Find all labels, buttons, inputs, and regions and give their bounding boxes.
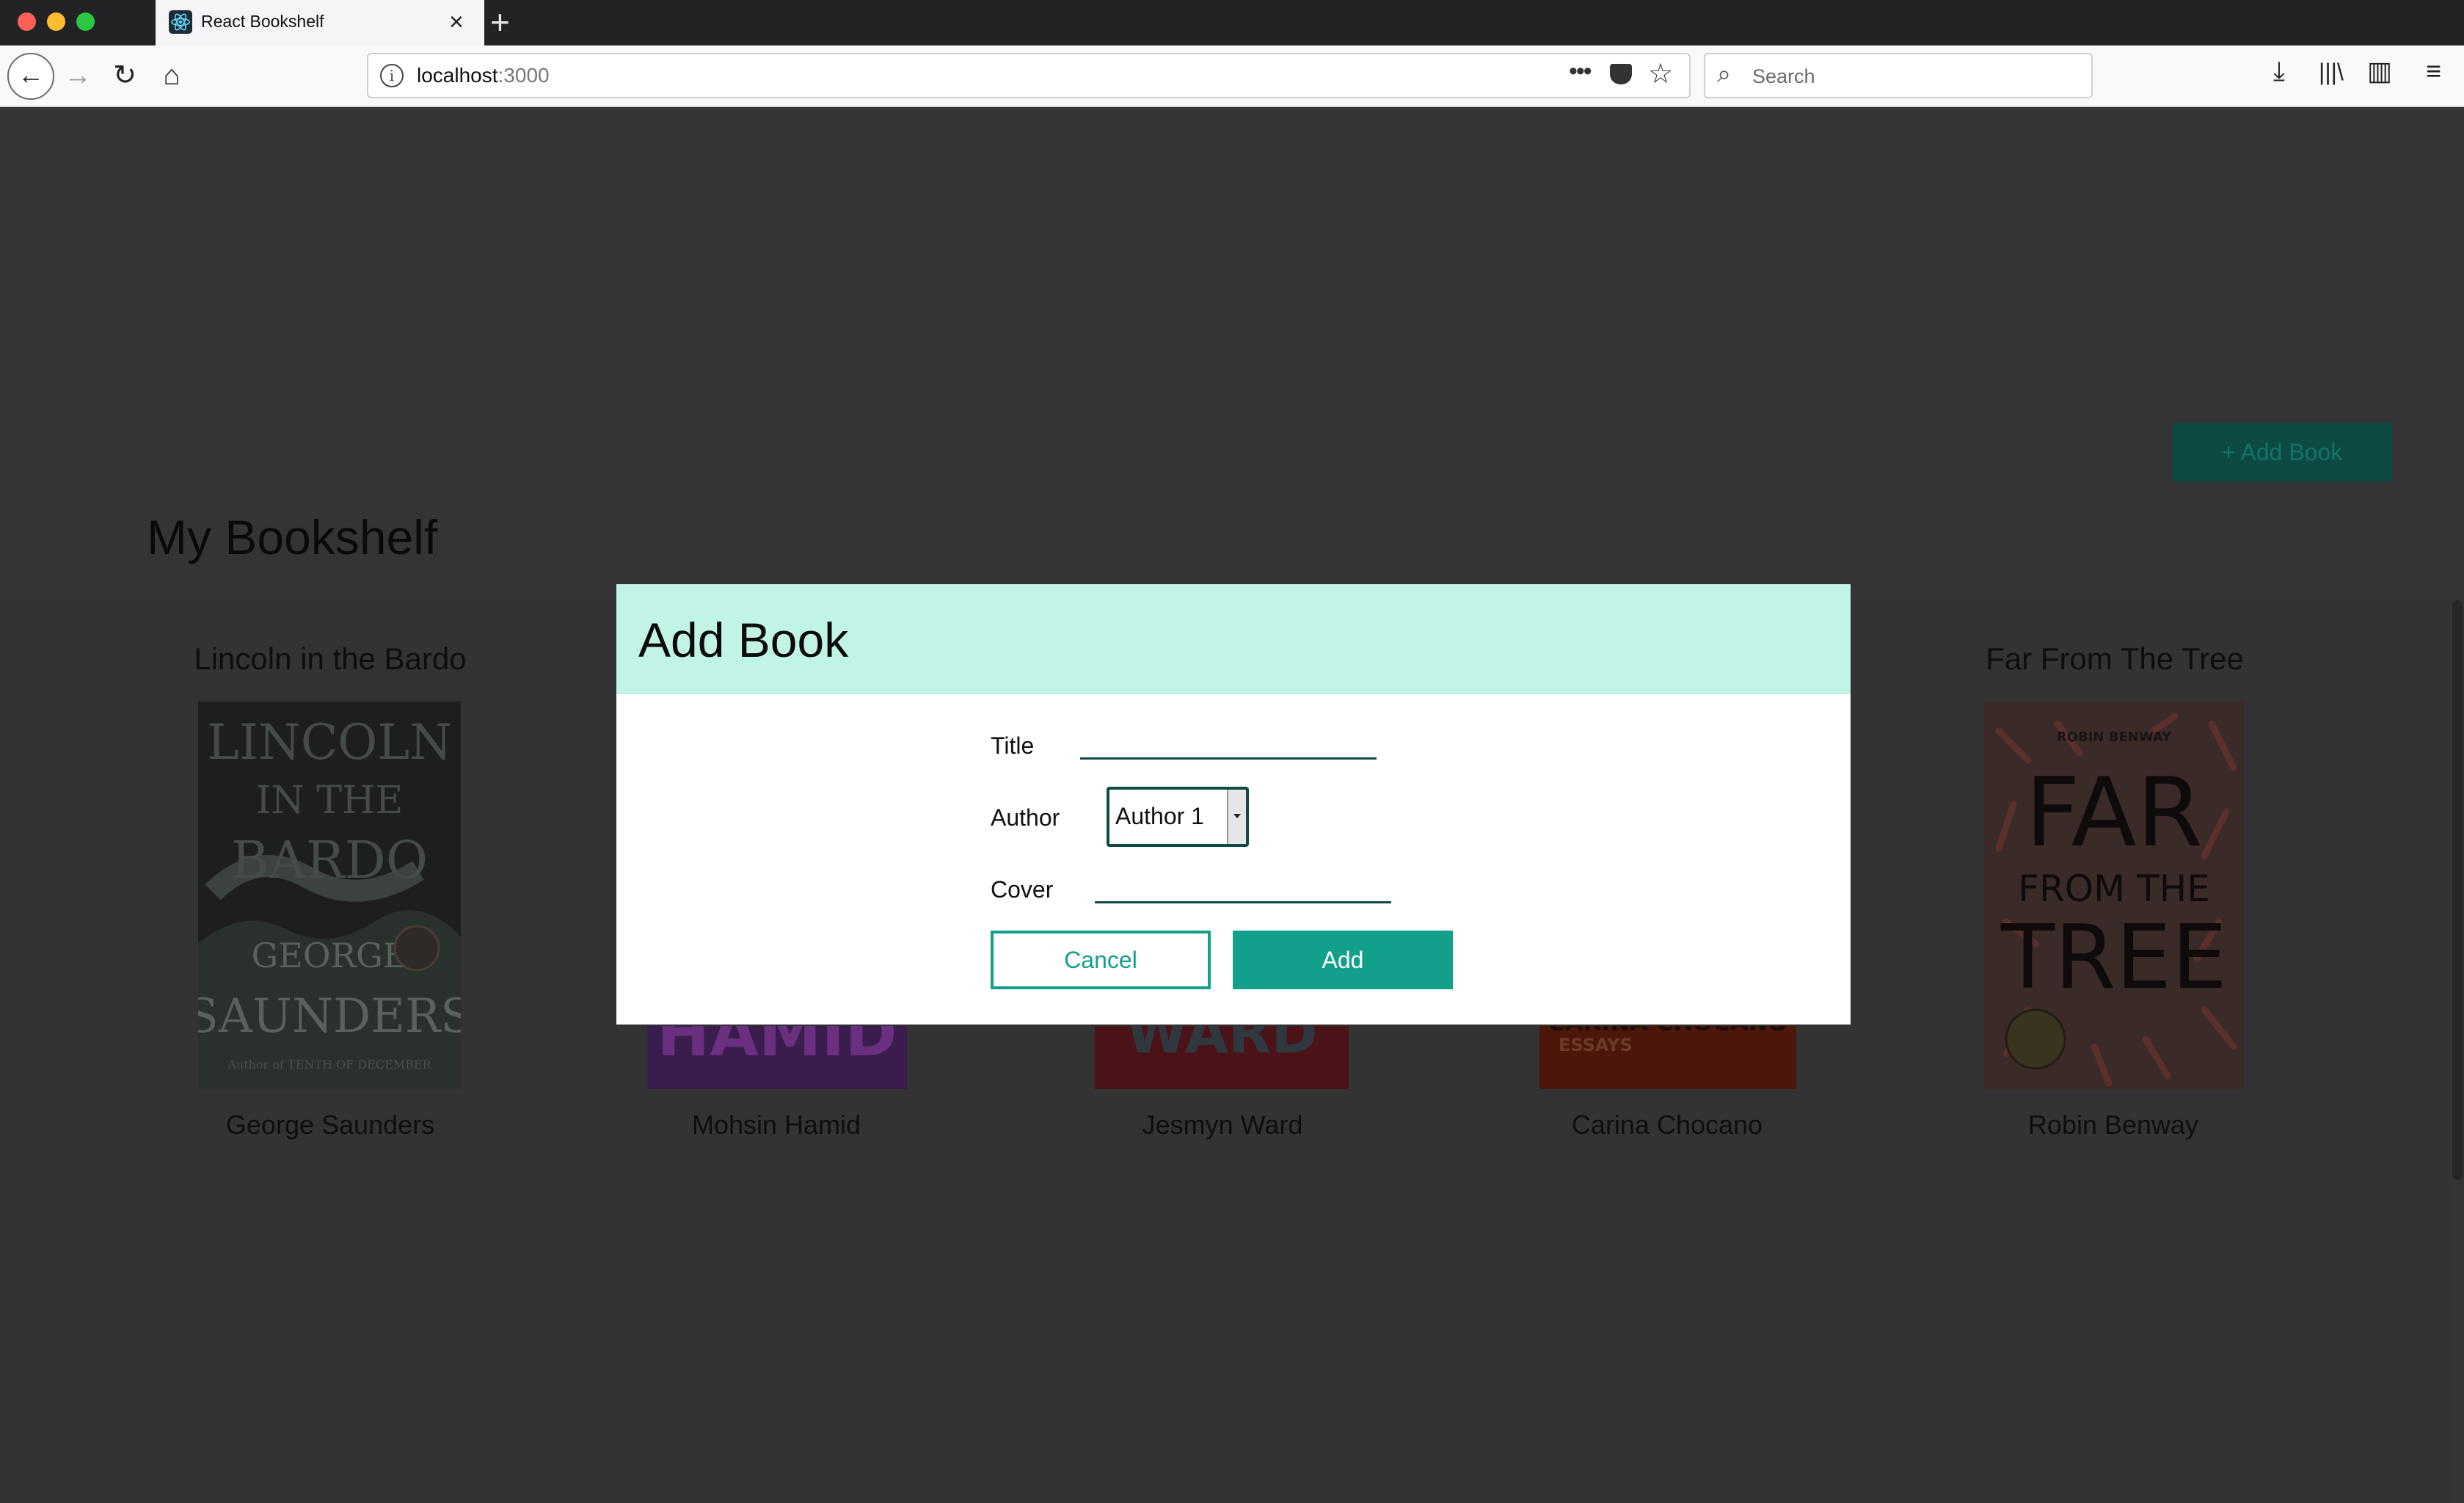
add-button[interactable]: Add — [1233, 931, 1453, 989]
add-book-button[interactable]: + Add Book — [2172, 423, 2392, 481]
page-scrollbar[interactable] — [2452, 600, 2463, 1180]
zoom-window-button[interactable] — [76, 12, 95, 31]
pocket-icon[interactable] — [1610, 64, 1632, 84]
back-button[interactable]: ← — [7, 53, 54, 100]
book-cover-lincoln[interactable]: LINCOLN IN THE BARDO GEORGE SAUNDERS Aut… — [198, 702, 461, 1089]
cover-label: Cover — [991, 876, 1054, 903]
reload-button[interactable]: ↻ — [104, 55, 145, 96]
add-book-modal: Add Book Title Author Author 1 Cover Can… — [616, 584, 1851, 1025]
cover-text-line: SAUNDERS — [198, 989, 461, 1044]
book-author: Mohsin Hamid — [691, 1110, 861, 1140]
book-cover-ward[interactable]: WARD — [1095, 1026, 1349, 1089]
sidebar-icon[interactable]: ▥ — [2367, 56, 2392, 87]
page-actions-icon[interactable]: ••• — [1569, 57, 1592, 86]
site-info-icon[interactable]: i — [380, 64, 404, 87]
search-box[interactable]: ⌕ Search — [1704, 53, 2093, 98]
book-author: Jesmyn Ward — [1142, 1110, 1303, 1140]
cover-text-line: ESSAYS — [1559, 1035, 1633, 1055]
menu-icon[interactable]: ≡ — [2426, 56, 2441, 87]
cover-text-line: LINCOLN — [207, 714, 452, 771]
home-button[interactable]: ⌂ — [151, 55, 192, 96]
bookmark-star-icon[interactable]: ☆ — [1648, 57, 1673, 90]
book-title: Far From The Tree — [1986, 641, 2244, 676]
close-window-button[interactable] — [18, 12, 36, 31]
author-selected-value: Author 1 — [1115, 803, 1204, 829]
cover-text-line: ROBIN BENWAY — [2057, 729, 2172, 745]
cover-text-line: FAR — [2025, 757, 2203, 868]
library-icon[interactable]: |||\ — [2319, 59, 2344, 86]
book-cover-hamid[interactable]: HAMID — [647, 1026, 907, 1089]
title-input[interactable] — [1080, 728, 1377, 760]
book-author: Robin Benway — [2027, 1110, 2199, 1140]
cover-text-line: FROM THE — [2018, 867, 2210, 910]
search-placeholder: Search — [1752, 65, 1815, 87]
cover-text-line: IN THE — [256, 779, 404, 823]
minimize-window-button[interactable] — [47, 12, 65, 31]
cancel-button[interactable]: Cancel — [991, 931, 1211, 989]
author-select[interactable]: Author 1 — [1107, 787, 1249, 847]
forward-button[interactable]: → — [57, 55, 98, 96]
author-label: Author — [991, 804, 1060, 831]
new-tab-button[interactable]: + — [490, 3, 510, 41]
cover-text-line: TREE — [2000, 907, 2227, 1009]
book-title: Lincoln in the Bardo — [194, 641, 467, 676]
modal-title: Add Book — [638, 613, 849, 667]
title-label: Title — [991, 732, 1035, 759]
cover-text-line: HAMID — [657, 1026, 897, 1071]
close-tab-icon[interactable]: × — [449, 7, 464, 37]
page-title: My Bookshelf — [147, 510, 438, 564]
book-author: Carina Chocano — [1571, 1110, 1763, 1140]
book-cover-far-from-the-tree[interactable]: ROBIN BENWAY FAR FROM THE TREE — [1984, 702, 2244, 1089]
react-favicon-icon — [169, 10, 192, 34]
cover-input[interactable] — [1095, 872, 1391, 903]
tab-title: React Bookshelf — [201, 12, 324, 31]
cover-text-line: BARDO — [231, 830, 428, 890]
url-text[interactable]: localhost:3000 — [417, 64, 550, 87]
cover-text-line: Author of TENTH OF DECEMBER — [227, 1058, 431, 1071]
dropdown-arrow-icon[interactable] — [1227, 790, 1246, 844]
browser-tab[interactable]: React Bookshelf × — [156, 0, 484, 46]
book-cover-chocano[interactable]: CARINA CHOCANO ESSAYS — [1539, 1026, 1796, 1089]
search-icon: ⌕ — [1717, 60, 1732, 88]
address-bar[interactable]: i localhost:3000 ••• ☆ — [367, 53, 1691, 98]
downloads-icon[interactable]: ⤓ — [2273, 56, 2285, 87]
cover-text-line: GEORGE — [252, 936, 408, 975]
cover-text-line: WARD — [1126, 1026, 1318, 1066]
modal-header: Add Book — [616, 584, 1851, 694]
book-author: George Saunders — [225, 1110, 435, 1140]
